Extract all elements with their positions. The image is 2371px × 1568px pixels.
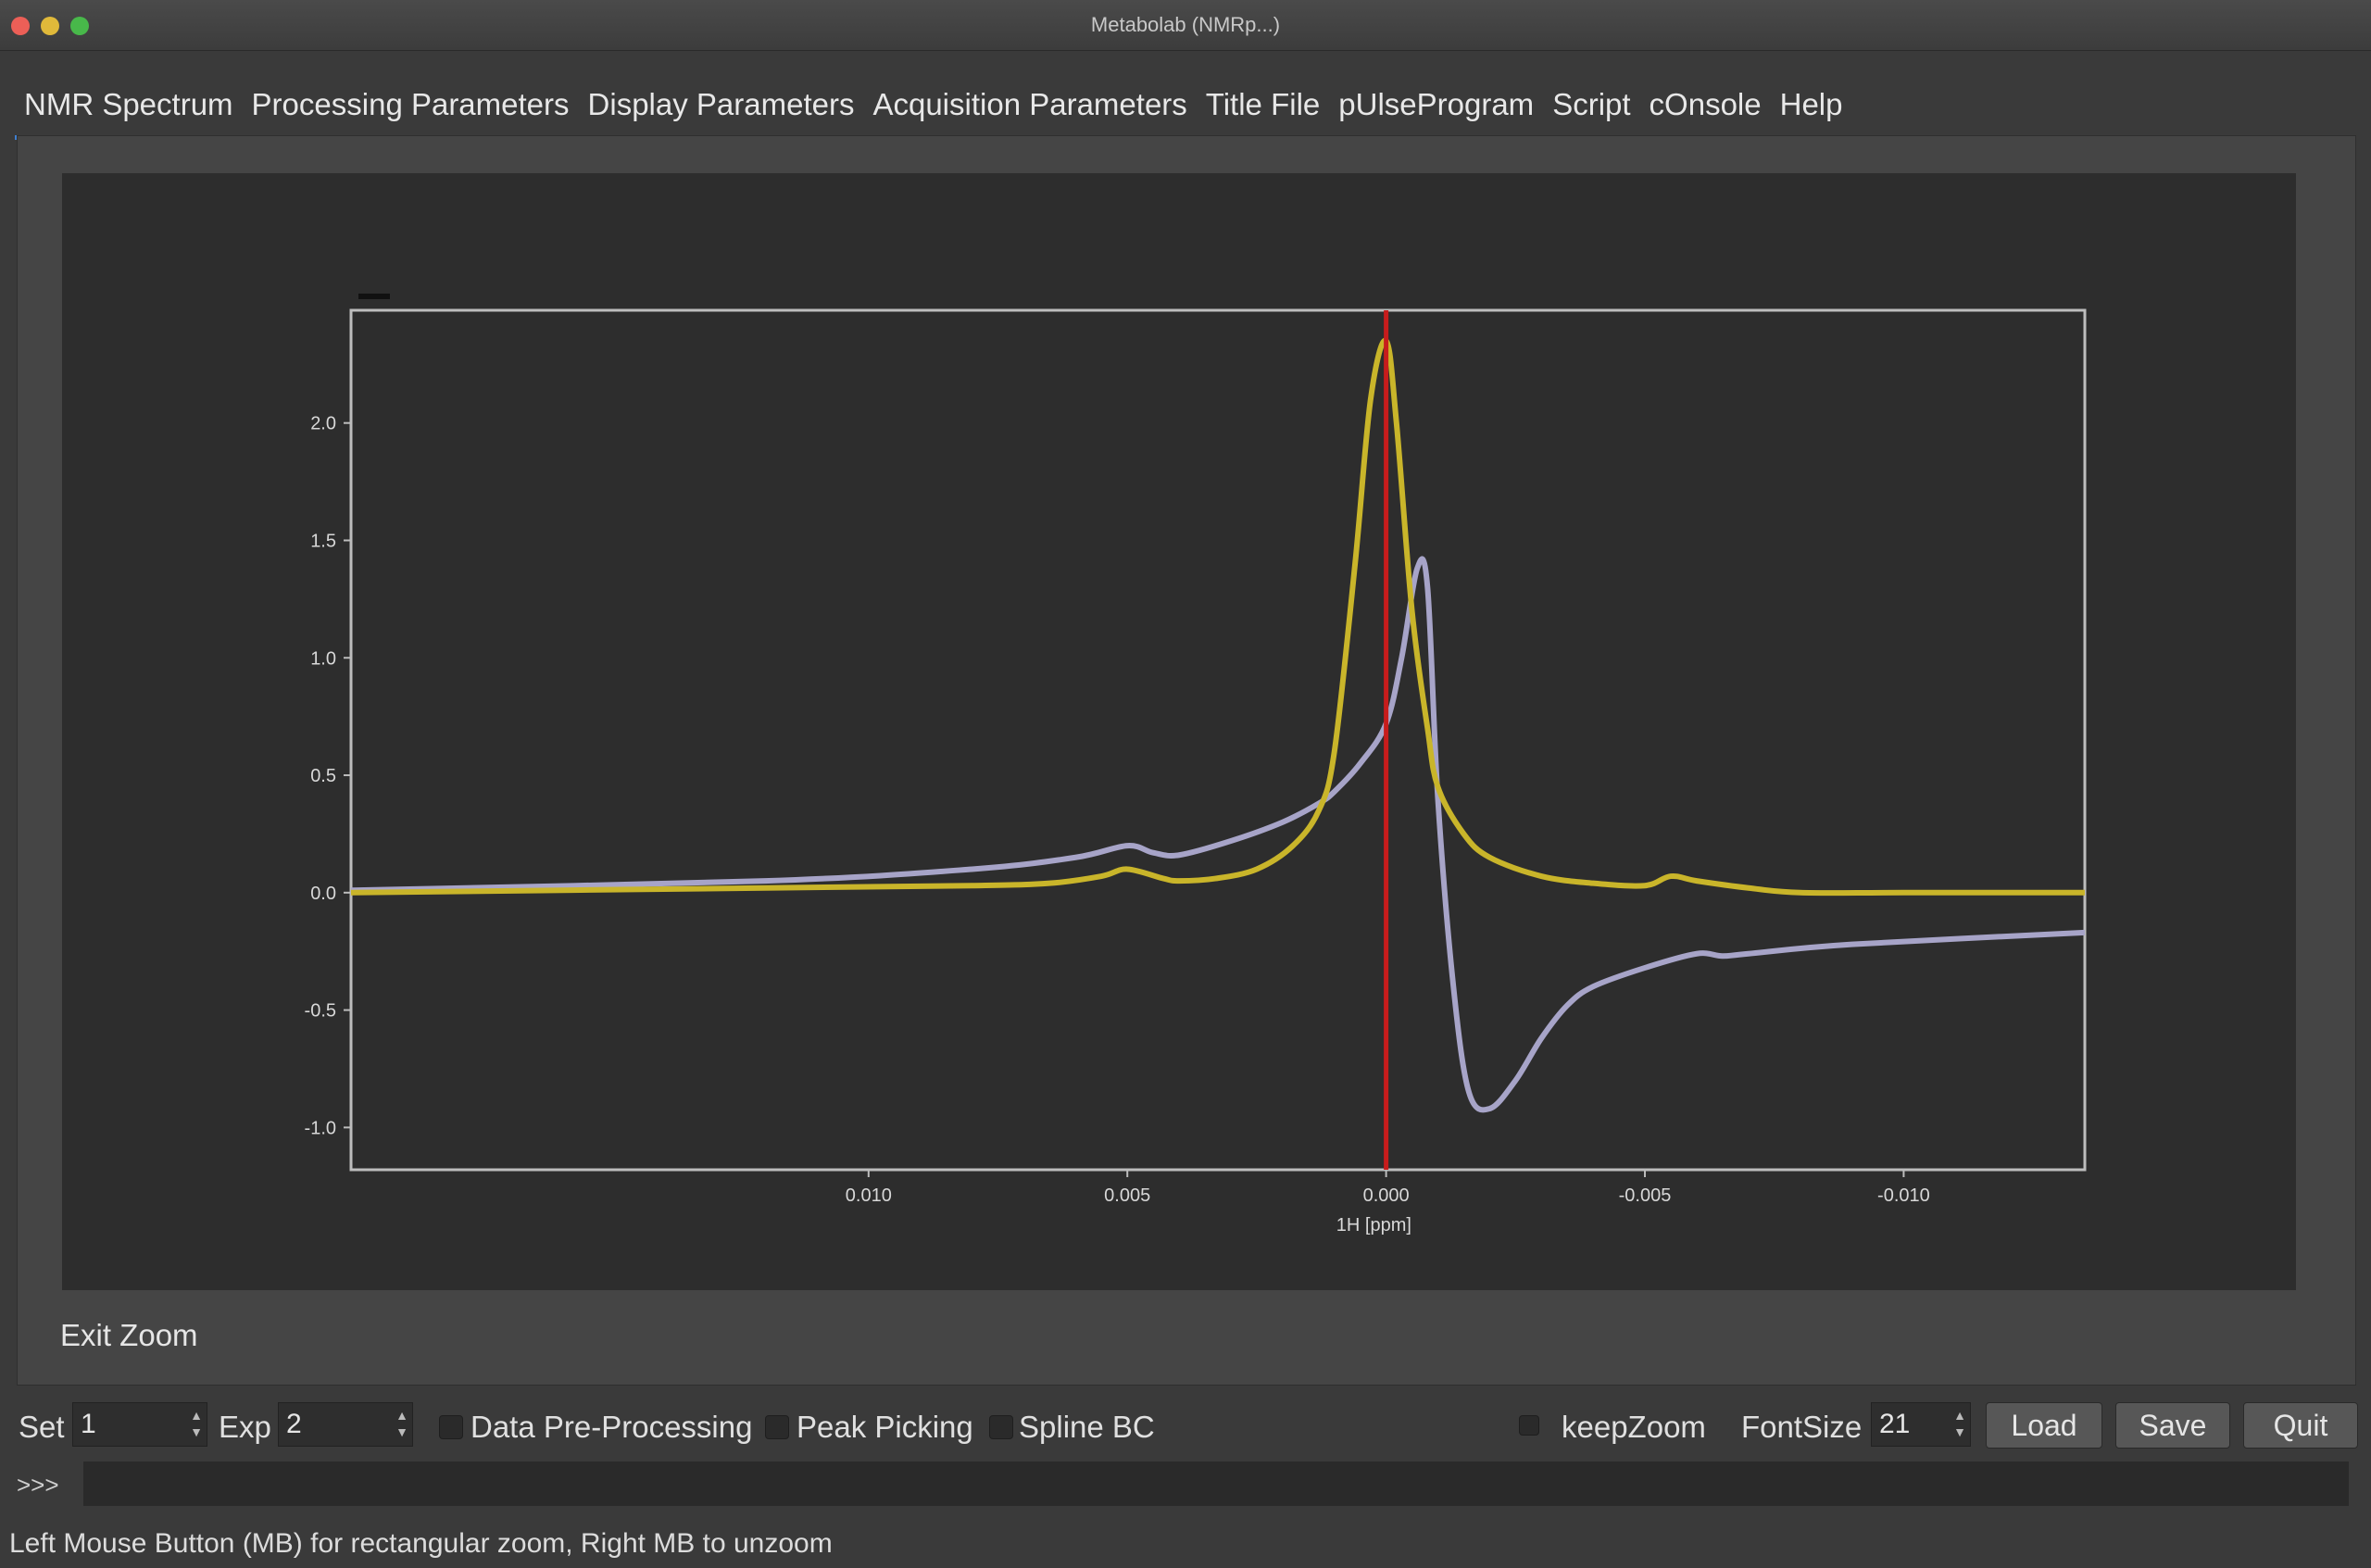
tab-display-parameters[interactable]: Display Parameters xyxy=(579,82,864,135)
set-spinbox[interactable]: ▲▼ xyxy=(72,1402,207,1447)
quit-button[interactable]: Quit xyxy=(2243,1402,2358,1449)
tab-console[interactable]: cOnsole xyxy=(1640,82,1771,135)
tab-help[interactable]: Help xyxy=(1771,82,1852,135)
x-tick-label: 0.010 xyxy=(846,1185,892,1206)
x-tick-label: 0.000 xyxy=(1363,1185,1410,1206)
imaginary-spectrum-line xyxy=(350,556,2086,1113)
tab-bar: NMR Spectrum Processing Parameters Displ… xyxy=(15,82,2356,140)
x-tick-label: -0.010 xyxy=(1877,1185,1930,1206)
status-bar: Left Mouse Button (MB) for rectangular z… xyxy=(9,1528,833,1559)
font-size-input[interactable] xyxy=(1872,1403,1956,1446)
spin-arrows-icon[interactable]: ▲ ▼ xyxy=(190,1407,203,1442)
set-input[interactable] xyxy=(73,1403,182,1446)
tab-pulse-program[interactable]: pUlseProgram xyxy=(1329,82,1543,135)
plot-canvas[interactable]: 2.0 1.5 1.0 0.5 0.0 -0.5 -1.0 0.010 0.005 0.000 -0… xyxy=(62,173,2296,1290)
console-row: >>> xyxy=(0,1458,2371,1510)
x-tick-label: 0.005 xyxy=(1104,1185,1150,1206)
real-spectrum-line xyxy=(350,337,2085,897)
tab-nmr-spectrum[interactable]: NMR Spectrum xyxy=(15,82,243,140)
spin-arrows-icon[interactable]: ▲ ▼ xyxy=(1953,1407,1966,1442)
set-label: Set xyxy=(19,1410,65,1444)
x-tick-label: -0.005 xyxy=(1619,1185,1672,1206)
font-size-spinbox[interactable]: ▲▼ xyxy=(1871,1402,1971,1447)
y-tick-label: 1.0 xyxy=(310,648,336,669)
y-tick-label: 1.5 xyxy=(310,531,336,551)
y-tick-label: -1.0 xyxy=(305,1118,336,1138)
spectrum-chart[interactable]: 2.0 1.5 1.0 0.5 0.0 -0.5 -1.0 0.010 0.005 0.000 -0… xyxy=(62,173,2296,1290)
load-button[interactable]: Load xyxy=(1986,1402,2102,1449)
y-tick-label: -0.5 xyxy=(305,1001,336,1022)
title-bar: Metabolab (NMRp...) xyxy=(0,0,2371,51)
peak-picking-label[interactable]: Peak Picking xyxy=(797,1410,973,1445)
spline-bc-label[interactable]: Spline BC xyxy=(1019,1410,1155,1445)
y-tick-label: 0.0 xyxy=(310,884,336,904)
pre-processing-label[interactable]: Data Pre-Processing xyxy=(470,1410,752,1445)
spectrum-panel: 2.0 1.5 1.0 0.5 0.0 -0.5 -1.0 0.010 0.005 0.000 -0… xyxy=(17,135,2356,1386)
y-tick-label: 0.5 xyxy=(310,766,336,786)
exp-spinbox[interactable]: ▲▼ xyxy=(278,1402,413,1447)
keep-zoom-label[interactable]: keepZoom xyxy=(1562,1410,1706,1445)
exp-input[interactable] xyxy=(279,1403,387,1446)
tab-title-file[interactable]: Title File xyxy=(1197,82,1329,135)
pre-processing-checkbox[interactable] xyxy=(439,1415,463,1439)
console-prompt: >>> xyxy=(17,1471,59,1499)
tab-acquisition-parameters[interactable]: Acquisition Parameters xyxy=(863,82,1196,135)
tab-script[interactable]: Script xyxy=(1543,82,1639,135)
font-size-label: FontSize xyxy=(1741,1410,1863,1444)
tab-processing-parameters[interactable]: Processing Parameters xyxy=(243,82,579,135)
save-button[interactable]: Save xyxy=(2115,1402,2230,1449)
console-input[interactable] xyxy=(83,1461,2349,1506)
exp-label: Exp xyxy=(219,1410,271,1444)
spline-bc-checkbox[interactable] xyxy=(989,1415,1013,1439)
plot-frame xyxy=(349,308,2087,1172)
offset-marker xyxy=(358,294,390,299)
exit-zoom-button[interactable]: Exit Zoom xyxy=(53,1314,206,1357)
spin-arrows-icon[interactable]: ▲ ▼ xyxy=(395,1407,408,1442)
keep-zoom-checkbox[interactable] xyxy=(1519,1415,1539,1436)
peak-picking-checkbox[interactable] xyxy=(765,1415,789,1439)
window-title: Metabolab (NMRp...) xyxy=(1090,13,1281,36)
control-bar: Set ▲▼ Exp ▲▼ Data Pre-Processing Peak P… xyxy=(0,1397,2371,1458)
x-axis-label: 1H [ppm] xyxy=(1336,1215,1411,1236)
y-tick-label: 2.0 xyxy=(310,414,336,434)
